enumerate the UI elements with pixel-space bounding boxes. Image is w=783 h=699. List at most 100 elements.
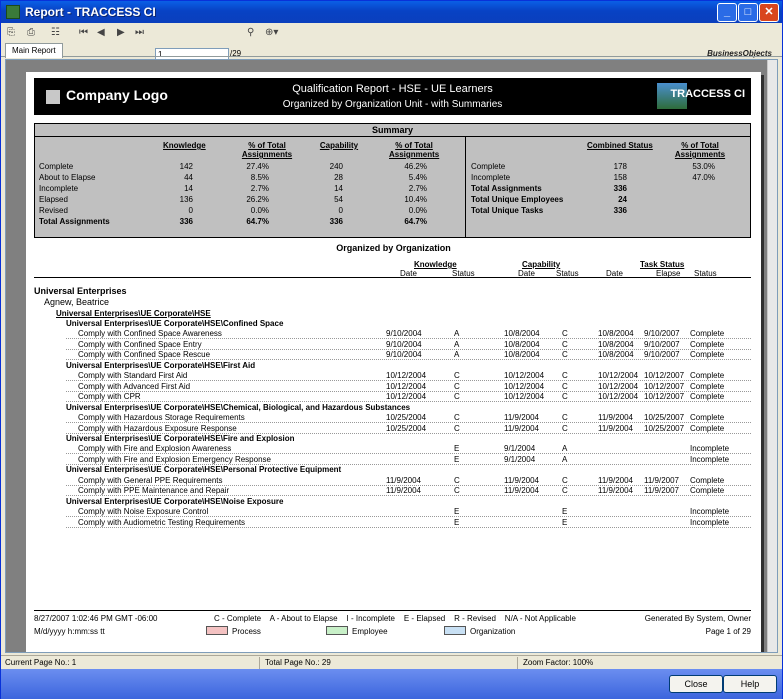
summary-cell: 0 (338, 206, 343, 215)
section-heading: Universal Enterprises\UE Corporate\HSE\P… (66, 465, 342, 475)
export-icon[interactable]: ⎘ (7, 26, 15, 40)
summary-col-header: % of Total Assignments (389, 141, 440, 159)
summary-row-label: About to Elapse (39, 173, 96, 182)
task-cell: 10/12/2004 (598, 392, 639, 402)
close-icon[interactable]: ✕ (759, 3, 779, 22)
report-title: Qualification Report - HSE - UE Learners (292, 83, 493, 95)
column-header-cell: Date (606, 269, 623, 278)
task-cell: C (454, 423, 460, 433)
column-header-cell: Elapse (656, 269, 681, 278)
task-cell: 11/9/2004 (386, 486, 421, 496)
summary-cell: 142 (179, 162, 193, 171)
section-heading: Universal Enterprises\UE Corporate\HSE\C… (66, 402, 411, 412)
status-bar: Current Page No.: 1 Total Page No.: 29 Z… (1, 655, 782, 669)
task-cell: 11/9/2004 (598, 423, 633, 433)
task-cell: 11/9/2007 (644, 486, 679, 496)
zoom-icon[interactable]: ⊕▾ (265, 26, 278, 40)
task-cell: Incomplete (690, 444, 730, 454)
summary-cell: 136 (179, 195, 193, 204)
summary-box: Summary Knowledge % of Total Assignments C… (34, 123, 751, 238)
summary-cell: 54 (334, 195, 343, 204)
column-header-cell: Date (400, 269, 417, 278)
print-icon[interactable]: ⎙ (27, 26, 35, 40)
minimize-icon[interactable]: _ (717, 3, 737, 22)
task-name: Comply with General PPE Requirements (78, 475, 223, 485)
task-name: Comply with Advanced First Aid (78, 381, 191, 391)
task-name: Comply with Standard First Aid (78, 371, 188, 381)
task-cell: E (454, 444, 460, 454)
task-cell: Complete (690, 339, 725, 349)
legend-swatch-organization (444, 626, 466, 635)
next-page-icon[interactable]: ▶ (117, 26, 125, 40)
summary-cell: 24 (618, 195, 627, 204)
task-cell: 10/12/2004 (504, 392, 545, 402)
summary-cell: 47.0% (692, 173, 715, 182)
tab-main-report[interactable]: Main Report (5, 43, 63, 58)
summary-cell: 0.0% (250, 206, 269, 215)
task-cell: 9/1/2004 (504, 454, 536, 464)
summary-cell: 336 (613, 206, 627, 215)
summary-cell: 0 (188, 206, 193, 215)
task-cell: Complete (690, 350, 725, 360)
summary-row-label: Incomplete (39, 184, 79, 193)
report-header: Company Logo Qualification Report - HSE … (34, 78, 751, 115)
group-tree-icon[interactable]: ☷ (51, 26, 60, 40)
app-icon (6, 5, 20, 19)
task-cell: 10/25/2004 (386, 423, 427, 433)
task-cell: 11/9/2004 (504, 423, 539, 433)
task-cell: 11/9/2004 (598, 413, 633, 423)
title-bar[interactable]: Report - TRACCESS CI _ □ ✕ (1, 1, 782, 23)
task-cell: 10/12/2004 (598, 381, 639, 391)
report-viewer[interactable]: Company Logo Qualification Report - HSE … (5, 59, 778, 653)
summary-col-header: Knowledge (163, 141, 206, 150)
task-cell: 9/10/2007 (644, 350, 680, 360)
close-button[interactable]: Close (669, 675, 723, 693)
summary-row-label: Total Assignments (471, 184, 542, 193)
vertical-scrollbar[interactable] (767, 60, 777, 652)
generated-by: Generated By System, Owner (644, 614, 751, 623)
task-cell: 10/12/2007 (644, 371, 685, 381)
page-of: Page 1 of 29 (705, 627, 751, 636)
previous-page-icon[interactable]: ◀ (97, 26, 105, 40)
task-cell: C (562, 423, 568, 433)
summary-cell: 336 (613, 184, 627, 193)
column-header: Knowledge Capability Task Status Date Status… (34, 260, 751, 278)
column-header-cell: Status (452, 269, 475, 278)
summary-cell: 158 (613, 173, 627, 182)
summary-cell: 14 (334, 184, 343, 193)
task-cell: 9/10/2007 (644, 339, 680, 349)
summary-cell: 14 (184, 184, 193, 193)
task-cell: C (562, 475, 568, 485)
task-cell: 10/12/2007 (644, 392, 685, 402)
summary-cell: 178 (613, 162, 627, 171)
task-cell: 10/8/2004 (598, 339, 634, 349)
help-button[interactable]: Help (723, 675, 777, 693)
task-cell: 9/1/2004 (504, 444, 536, 454)
task-cell: C (562, 486, 568, 496)
first-page-icon[interactable]: ⏮ (79, 26, 88, 40)
task-cell: 10/12/2004 (504, 371, 545, 381)
task-name: Comply with Noise Exposure Control (78, 507, 209, 517)
task-cell: 10/12/2004 (598, 371, 639, 381)
summary-cell: 2.7% (250, 184, 269, 193)
task-cell: 10/12/2007 (644, 381, 685, 391)
last-page-icon[interactable]: ⏭ (135, 26, 144, 40)
maximize-icon[interactable]: □ (738, 3, 758, 22)
zoom-status: Zoom Factor: 100% (523, 658, 594, 667)
task-cell: 9/10/2004 (386, 329, 422, 339)
summary-cell: 64.7% (246, 217, 269, 226)
summary-cell: 0.0% (408, 206, 427, 215)
summary-row-label: Complete (39, 162, 74, 171)
window-title: Report - TRACCESS CI (25, 5, 156, 19)
task-cell: 10/12/2004 (386, 381, 427, 391)
summary-cell: 5.4% (408, 173, 427, 182)
task-cell: Complete (690, 381, 725, 391)
summary-row-label: Total Unique Tasks (471, 206, 544, 215)
task-cell: 9/10/2004 (386, 339, 422, 349)
task-cell: A (454, 350, 460, 360)
section-heading: Universal Enterprises\UE Corporate\HSE\F… (66, 360, 256, 370)
task-cell: 10/25/2007 (644, 413, 685, 423)
search-icon[interactable]: ⚲ (247, 26, 254, 40)
column-group-header: Capability (522, 260, 561, 269)
task-cell: C (562, 413, 568, 423)
